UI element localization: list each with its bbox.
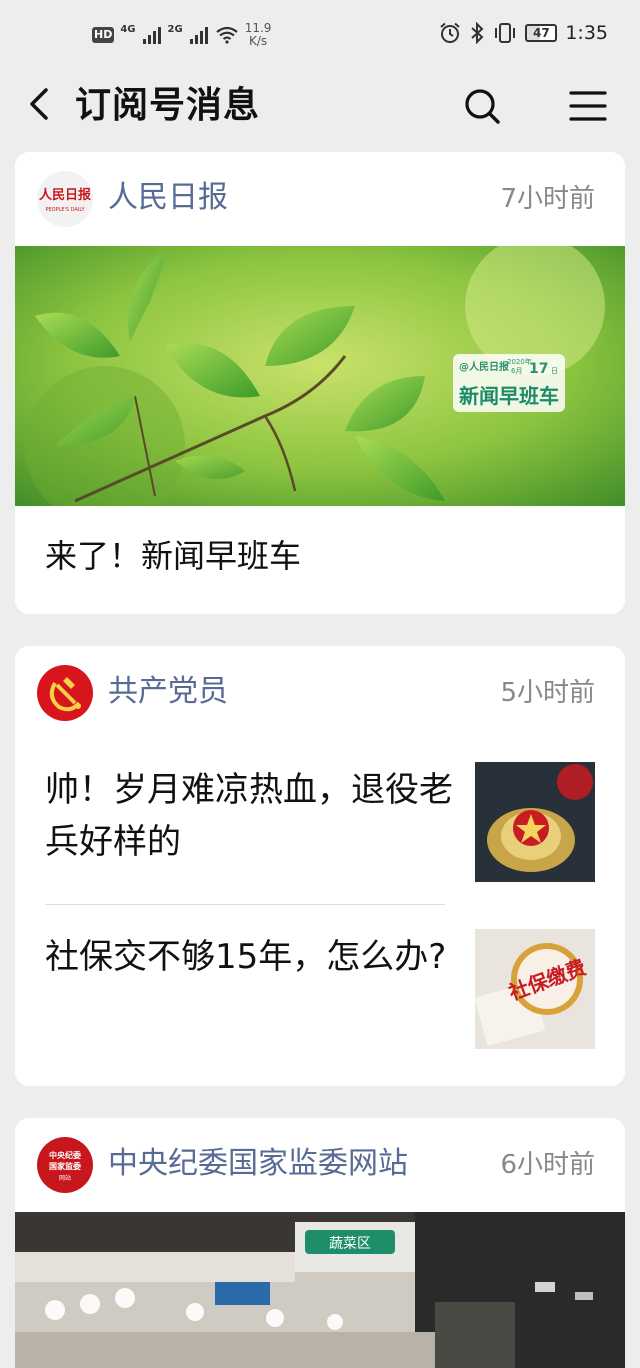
alarm-icon (440, 22, 460, 43)
peoples-daily-logo: 人民日报 PEOPLE'S DAILY (39, 187, 92, 213)
vibrate-icon (495, 23, 516, 43)
hero-image[interactable]: 蔬菜区 (15, 1212, 625, 1368)
ccdi-logo: 中央纪委 国家监委 网站 (49, 1150, 82, 1182)
svg-text:日: 日 (551, 367, 558, 375)
battery-indicator: 47 (525, 24, 558, 42)
clock: 1:35 (565, 22, 608, 44)
timestamp: 6小时前 (500, 1150, 595, 1180)
svg-text:蔬菜区: 蔬菜区 (329, 1236, 371, 1252)
avatar[interactable]: 人民日报 PEOPLE'S DAILY (37, 171, 93, 227)
article-row[interactable]: 社保交不够15年，怎么办? 社保缴费 (15, 907, 625, 1074)
card-header[interactable]: 共产党员 5小时前 (15, 646, 625, 740)
article-card[interactable]: 共产党员 5小时前 帅！岁月难凉热血，退役老兵好样的 社保交不够15年，怎么办? (15, 646, 625, 1086)
svg-text:17: 17 (529, 361, 548, 377)
hd-indicator: HD (92, 27, 115, 43)
wifi-icon (216, 26, 238, 44)
status-bar: HD 4G 2G 11.9 K/s 47 1:35 (0, 0, 640, 72)
article-title[interactable]: 帅！岁月难凉热血，退役老兵好样的 (45, 764, 455, 868)
sim2-network-label: 2G (167, 23, 183, 35)
social-security-image: 社保缴费 (475, 929, 595, 1049)
page-title: 订阅号消息 (75, 85, 261, 126)
article-title[interactable]: 来了！新闻早班车 (15, 506, 625, 606)
menu-icon[interactable] (566, 84, 610, 128)
timestamp: 5小时前 (500, 678, 595, 708)
svg-text:6月: 6月 (511, 367, 522, 375)
svg-text:@人民日报: @人民日报 (459, 360, 509, 373)
article-card[interactable]: 中央纪委 国家监委 网站 中央纪委国家监委网站 6小时前 蔬菜区 (15, 1118, 625, 1368)
account-name[interactable]: 中央纪委国家监委网站 (108, 1144, 408, 1184)
article-row[interactable]: 帅！岁月难凉热血，退役老兵好样的 (15, 740, 625, 907)
signal-icon (189, 27, 208, 44)
svg-text:人民日报: 人民日报 (39, 187, 92, 203)
svg-text:网站: 网站 (59, 1174, 71, 1182)
card-header[interactable]: 中央纪委 国家监委 网站 中央纪委国家监委网站 6小时前 (15, 1118, 625, 1212)
hammer-sickle-icon (49, 677, 81, 712)
svg-text:PEOPLE'S DAILY: PEOPLE'S DAILY (45, 207, 85, 213)
svg-text:新闻早班车: 新闻早班车 (459, 384, 559, 408)
article-thumbnail[interactable]: 社保缴费 (475, 929, 595, 1049)
sim1-network-label: 4G (120, 23, 136, 35)
article-card[interactable]: 人民日报 PEOPLE'S DAILY 人民日报 7小时前 @人民日报 2020… (15, 152, 625, 614)
svg-text:中央纪委: 中央纪委 (49, 1150, 82, 1160)
article-title[interactable]: 社保交不够15年，怎么办? (45, 931, 455, 983)
svg-text:国家监委: 国家监委 (49, 1161, 82, 1171)
avatar[interactable] (37, 665, 93, 721)
hero-image[interactable]: @人民日报 2020年 6月 17 日 新闻早班车 (15, 246, 625, 506)
nav-bar: 订阅号消息 (0, 72, 640, 142)
market-photo: 蔬菜区 (15, 1212, 625, 1368)
card-header[interactable]: 人民日报 PEOPLE'S DAILY 人民日报 7小时前 (15, 152, 625, 246)
bluetooth-icon (471, 22, 484, 44)
signal-icon (142, 27, 161, 44)
army-badge-image (475, 762, 595, 882)
timestamp: 7小时前 (500, 184, 595, 214)
search-icon[interactable] (460, 84, 504, 128)
divider (45, 904, 445, 905)
account-name[interactable]: 人民日报 (108, 178, 228, 218)
network-speed-unit: K/s (248, 34, 268, 48)
avatar[interactable]: 中央纪委 国家监委 网站 (37, 1137, 93, 1193)
back-arrow-icon[interactable] (22, 84, 62, 128)
network-speed: 11.9 K/s (245, 22, 272, 48)
article-thumbnail[interactable] (475, 762, 595, 882)
leaves-photo: @人民日报 2020年 6月 17 日 新闻早班车 (15, 246, 625, 506)
account-name[interactable]: 共产党员 (108, 672, 228, 712)
